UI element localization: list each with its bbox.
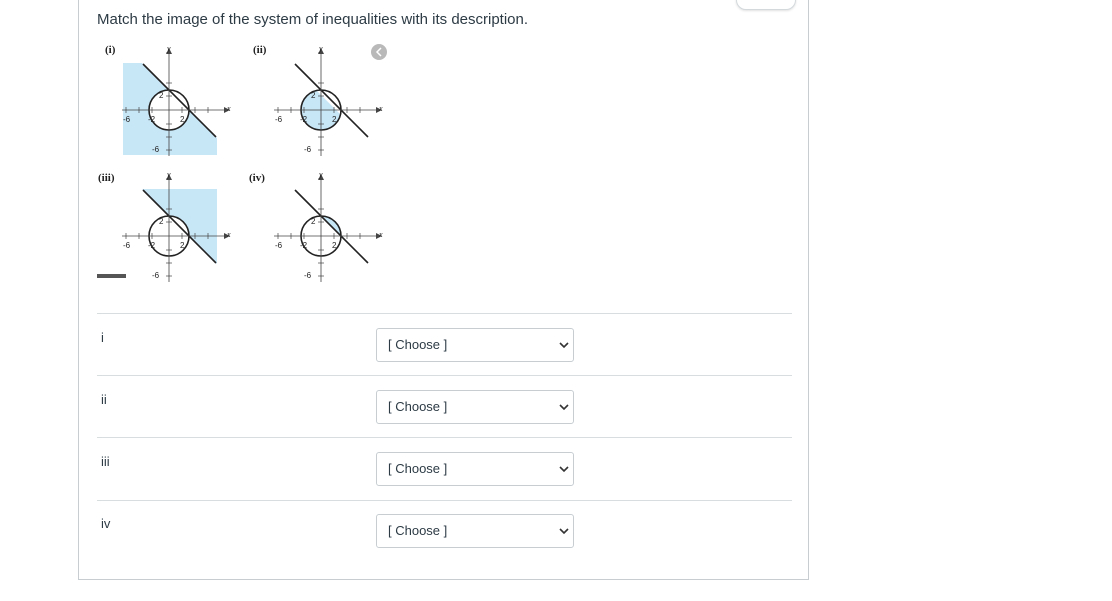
svg-text:-6: -6 xyxy=(275,241,283,250)
svg-text:2: 2 xyxy=(159,91,164,100)
shaded-region-ii xyxy=(301,90,341,130)
svg-text:x: x xyxy=(378,230,383,239)
line-iv xyxy=(294,189,369,264)
graph-ii: (ii) y x -6 -2 2 2 -6 xyxy=(253,44,383,156)
svg-text:x: x xyxy=(226,230,231,239)
chevron-down-icon xyxy=(559,528,569,535)
answer-row-label-i: i xyxy=(101,330,104,345)
select-value: [ Choose ] xyxy=(388,523,448,538)
answer-select-iv[interactable]: [ Choose ] xyxy=(376,514,574,548)
svg-text:-6: -6 xyxy=(152,145,160,154)
answer-select-ii[interactable]: [ Choose ] xyxy=(376,390,574,424)
svg-text:-6: -6 xyxy=(123,241,131,250)
svg-text:-2: -2 xyxy=(148,241,156,250)
question-prompt: Match the image of the system of inequal… xyxy=(97,11,529,28)
graph-iv: (iv) y x -6 -2 2 2 -6 xyxy=(249,170,383,282)
row-divider xyxy=(97,500,792,501)
figure-label-i: (i) xyxy=(105,44,116,56)
svg-text:2: 2 xyxy=(180,115,185,124)
answer-row-label-iv: iv xyxy=(101,516,111,531)
row-divider xyxy=(97,437,792,438)
svg-text:y: y xyxy=(166,44,171,53)
graph-iii: (iii) y x -6 -2 2 2 -6 xyxy=(98,170,231,282)
svg-text:2: 2 xyxy=(311,217,316,226)
image-nav-icon[interactable] xyxy=(371,44,387,60)
svg-text:y: y xyxy=(166,170,171,179)
answer-select-iii[interactable]: [ Choose ] xyxy=(376,452,574,486)
svg-text:-2: -2 xyxy=(300,241,308,250)
svg-text:2: 2 xyxy=(332,241,337,250)
row-divider xyxy=(97,313,792,314)
svg-text:2: 2 xyxy=(332,115,337,124)
select-value: [ Choose ] xyxy=(388,461,448,476)
svg-text:-6: -6 xyxy=(152,271,160,280)
select-value: [ Choose ] xyxy=(388,399,448,414)
top-tab-button[interactable] xyxy=(736,0,796,10)
svg-text:-2: -2 xyxy=(300,115,308,124)
chevron-down-icon xyxy=(559,404,569,411)
figure-label-iv: (iv) xyxy=(249,172,265,184)
figure-label-ii: (ii) xyxy=(253,44,267,56)
inequality-figure-grid: (i) y x -6 -2 2 2 -6 (ii) y x -6 -2 2 2 … xyxy=(96,40,396,285)
svg-text:x: x xyxy=(226,104,231,113)
chevron-down-icon xyxy=(559,342,569,349)
svg-text:-6: -6 xyxy=(275,115,283,124)
svg-text:2: 2 xyxy=(159,217,164,226)
svg-text:-2: -2 xyxy=(148,115,156,124)
svg-text:2: 2 xyxy=(311,91,316,100)
svg-text:-6: -6 xyxy=(304,145,312,154)
graph-i: (i) y x -6 -2 2 2 -6 xyxy=(105,44,231,156)
svg-text:-6: -6 xyxy=(304,271,312,280)
svg-text:-6: -6 xyxy=(123,115,131,124)
svg-text:y: y xyxy=(318,44,323,53)
row-divider xyxy=(97,375,792,376)
answer-select-i[interactable]: [ Choose ] xyxy=(376,328,574,362)
answer-row-label-iii: iii xyxy=(101,454,110,469)
chevron-down-icon xyxy=(559,466,569,473)
svg-text:y: y xyxy=(318,170,323,179)
select-value: [ Choose ] xyxy=(388,337,448,352)
answer-row-label-ii: ii xyxy=(101,392,107,407)
image-caption-bar xyxy=(97,274,126,278)
svg-text:x: x xyxy=(378,104,383,113)
figure-svg: (i) y x -6 -2 2 2 -6 (ii) y x -6 -2 2 2 … xyxy=(98,44,387,282)
figure-label-iii: (iii) xyxy=(98,172,115,184)
svg-text:2: 2 xyxy=(180,241,185,250)
